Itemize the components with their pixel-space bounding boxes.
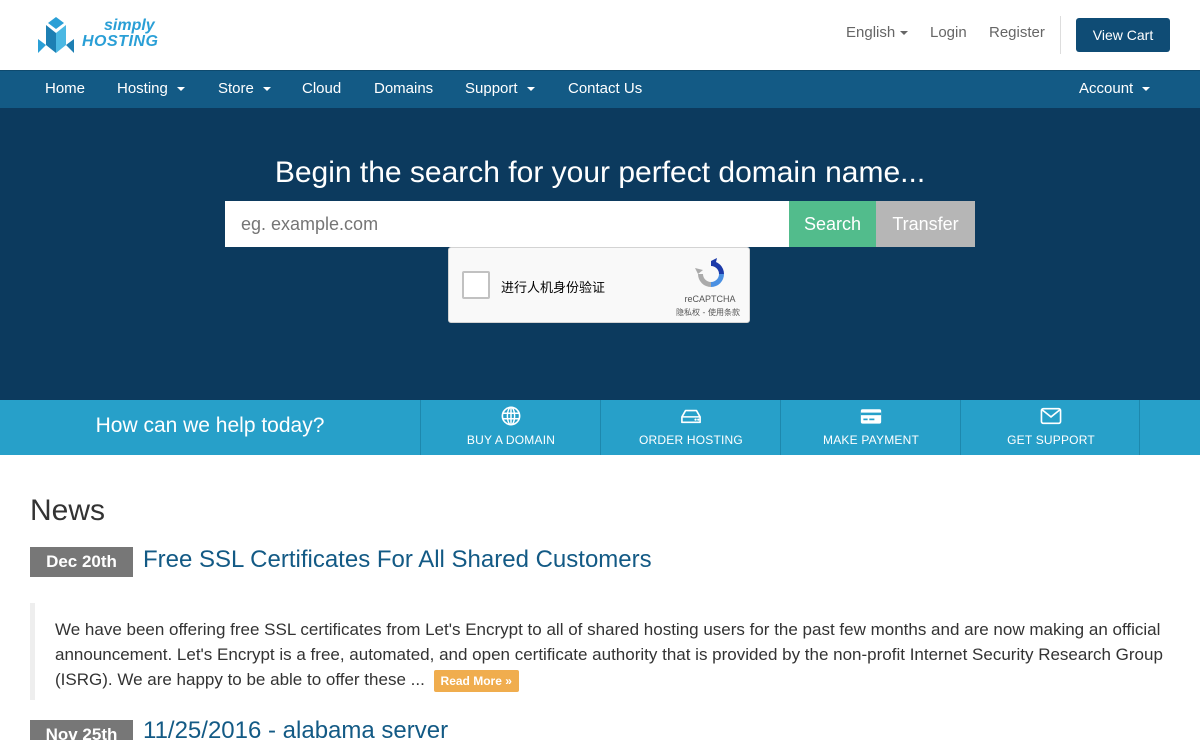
brand-logo[interactable]: simply HOSTING [36, 15, 166, 57]
transfer-button[interactable]: Transfer [876, 201, 975, 247]
caret-down-icon [1142, 87, 1151, 92]
read-more-button[interactable]: Read More » [433, 670, 519, 692]
nav-domains[interactable]: Domains [374, 80, 433, 97]
envelope-icon [1040, 407, 1062, 425]
recaptcha-widget: 进行人机身份验证 reCAPTCHA 隐私权 - 使用条款 [448, 247, 750, 323]
site-header: simply HOSTING English Login Register Vi… [0, 0, 1200, 70]
nav-store[interactable]: Store [218, 80, 271, 97]
recaptcha-brand: reCAPTCHA [684, 294, 736, 304]
caret-down-icon [262, 87, 271, 92]
news-headline-link[interactable]: Free SSL Certificates For All Shared Cus… [143, 546, 652, 574]
nav-home[interactable]: Home [45, 80, 85, 97]
nav-hosting[interactable]: Hosting [117, 80, 185, 97]
domain-search-hero: Begin the search for your perfect domain… [0, 108, 1200, 400]
hero-title: Begin the search for your perfect domain… [274, 156, 926, 189]
nav-hosting-label: Hosting [117, 80, 168, 97]
nav-cloud[interactable]: Cloud [302, 80, 341, 97]
caret-down-icon [526, 87, 535, 92]
nav-support[interactable]: Support [465, 80, 535, 97]
news-excerpt: We have been offering free SSL certifica… [30, 603, 1170, 700]
news-headline-link[interactable]: 11/25/2016 - alabama server [143, 717, 448, 740]
make-payment-link[interactable]: MAKE PAYMENT [780, 400, 960, 455]
news-date-badge: Dec 20th [30, 547, 133, 577]
logo-icon [38, 17, 74, 53]
get-support-label: GET SUPPORT [1007, 433, 1095, 447]
credit-card-icon [860, 409, 882, 424]
main-nav: Home Hosting Store Cloud Domains Support… [0, 70, 1200, 108]
buy-domain-link[interactable]: BUY A DOMAIN [420, 400, 600, 455]
search-button[interactable]: Search [789, 201, 876, 247]
nav-contact[interactable]: Contact Us [568, 80, 642, 97]
view-cart-button[interactable]: View Cart [1076, 18, 1170, 52]
make-payment-label: MAKE PAYMENT [823, 433, 919, 447]
domain-search-input[interactable] [225, 201, 789, 247]
news-heading: News [30, 494, 106, 527]
order-hosting-link[interactable]: ORDER HOSTING [600, 400, 780, 455]
globe-icon [501, 406, 521, 426]
caret-down-icon [900, 31, 909, 36]
login-link[interactable]: Login [930, 24, 967, 41]
language-selector[interactable]: English [846, 24, 909, 41]
help-title: How can we help today? [95, 414, 325, 437]
nav-support-label: Support [465, 80, 518, 97]
logo-text-hosting: HOSTING [82, 33, 159, 50]
header-divider [1060, 16, 1061, 54]
nav-account-label: Account [1079, 80, 1134, 97]
news-body: We have been offering free SSL certifica… [55, 620, 1163, 689]
buy-domain-label: BUY A DOMAIN [466, 433, 556, 447]
nav-account[interactable]: Account [1079, 80, 1151, 97]
order-hosting-label: ORDER HOSTING [639, 433, 743, 447]
recaptcha-icon [695, 258, 724, 287]
recaptcha-label: 进行人机身份验证 [501, 281, 606, 296]
help-bar: How can we help today? BUY A DOMAIN ORDE… [0, 400, 1200, 455]
news-date-badge: Nov 25th [30, 720, 133, 740]
recaptcha-checkbox[interactable] [462, 271, 490, 299]
register-link[interactable]: Register [989, 24, 1045, 41]
caret-down-icon [176, 87, 185, 92]
nav-store-label: Store [218, 80, 254, 97]
get-support-link[interactable]: GET SUPPORT [960, 400, 1140, 455]
language-label: English [846, 24, 896, 41]
recaptcha-terms-links[interactable]: 隐私权 - 使用条款 [669, 307, 747, 318]
hdd-icon [681, 409, 701, 424]
